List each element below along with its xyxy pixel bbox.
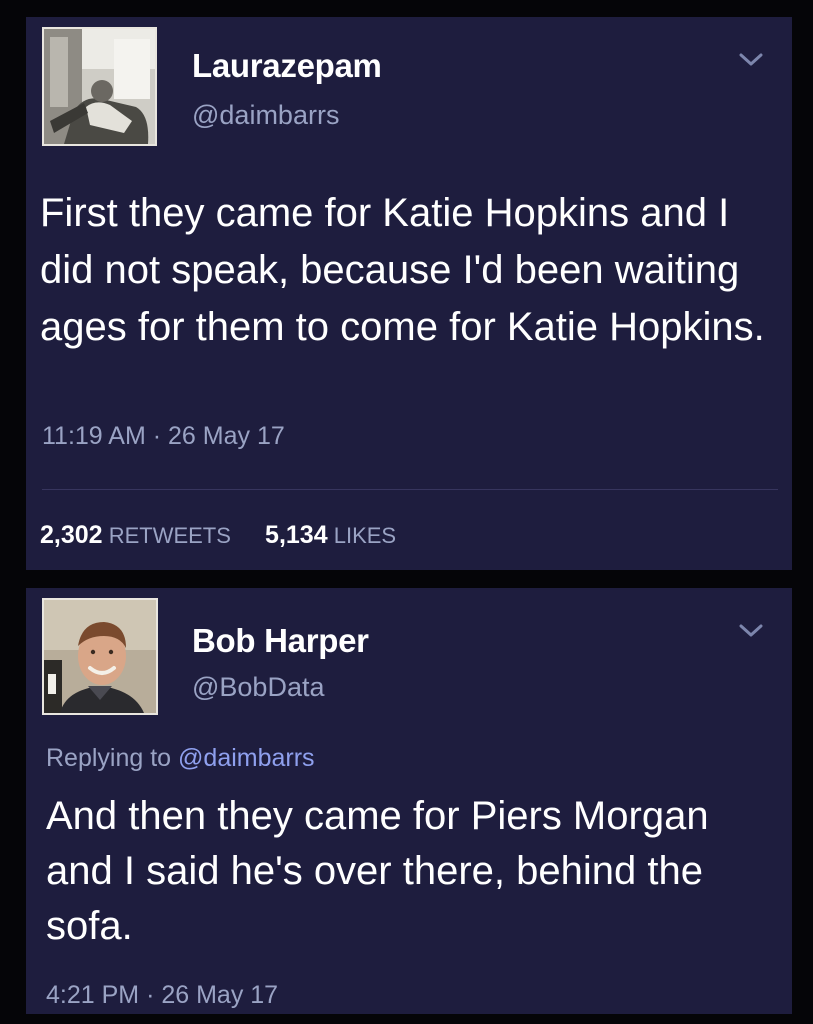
user-photo-icon xyxy=(44,600,156,713)
retweet-count[interactable]: 2,302 xyxy=(40,521,103,549)
likes-label[interactable]: LIKES xyxy=(334,523,396,548)
display-name[interactable]: Laurazepam xyxy=(192,47,382,85)
chevron-down-icon[interactable] xyxy=(738,51,764,69)
engagement-stats: 2,302 RETWEETS 5,134 LIKES xyxy=(40,521,424,550)
avatar[interactable] xyxy=(42,598,158,715)
tweet-time: 11:19 AM xyxy=(42,422,146,450)
tweet-card[interactable]: Laurazepam @daimbarrs First they came fo… xyxy=(26,17,792,570)
divider xyxy=(42,489,778,490)
tweet-date: 26 May 17 xyxy=(168,422,285,450)
mention-link[interactable]: @daimbarrs xyxy=(178,744,315,772)
display-name[interactable]: Bob Harper xyxy=(192,622,369,660)
chevron-down-icon[interactable] xyxy=(738,622,764,640)
meta-separator: · xyxy=(146,981,155,1009)
user-handle[interactable]: @BobData xyxy=(192,672,324,703)
replying-prefix: Replying to xyxy=(46,744,172,772)
tweet-card[interactable]: Bob Harper @BobData Replying to @daimbar… xyxy=(26,588,792,1014)
tweet-date: 26 May 17 xyxy=(161,981,279,1009)
tweet-timestamp[interactable]: 4:21 PM · 26 May 17 xyxy=(46,981,278,1010)
meta-separator: · xyxy=(152,422,162,450)
tweet-timestamp[interactable]: 11:19 AM · 26 May 17 xyxy=(42,422,285,451)
like-count[interactable]: 5,134 xyxy=(265,521,328,549)
tweet-text: First they came for Katie Hopkins and I … xyxy=(40,191,765,349)
user-photo-icon xyxy=(44,29,155,144)
tweet-time: 4:21 PM xyxy=(46,981,140,1009)
replying-to: Replying to @daimbarrs xyxy=(46,744,315,773)
user-handle[interactable]: @daimbarrs xyxy=(192,100,339,131)
tweet-text: And then they came for Piers Morgan and … xyxy=(46,794,709,948)
retweets-label[interactable]: RETWEETS xyxy=(109,523,231,548)
avatar[interactable] xyxy=(42,27,157,146)
